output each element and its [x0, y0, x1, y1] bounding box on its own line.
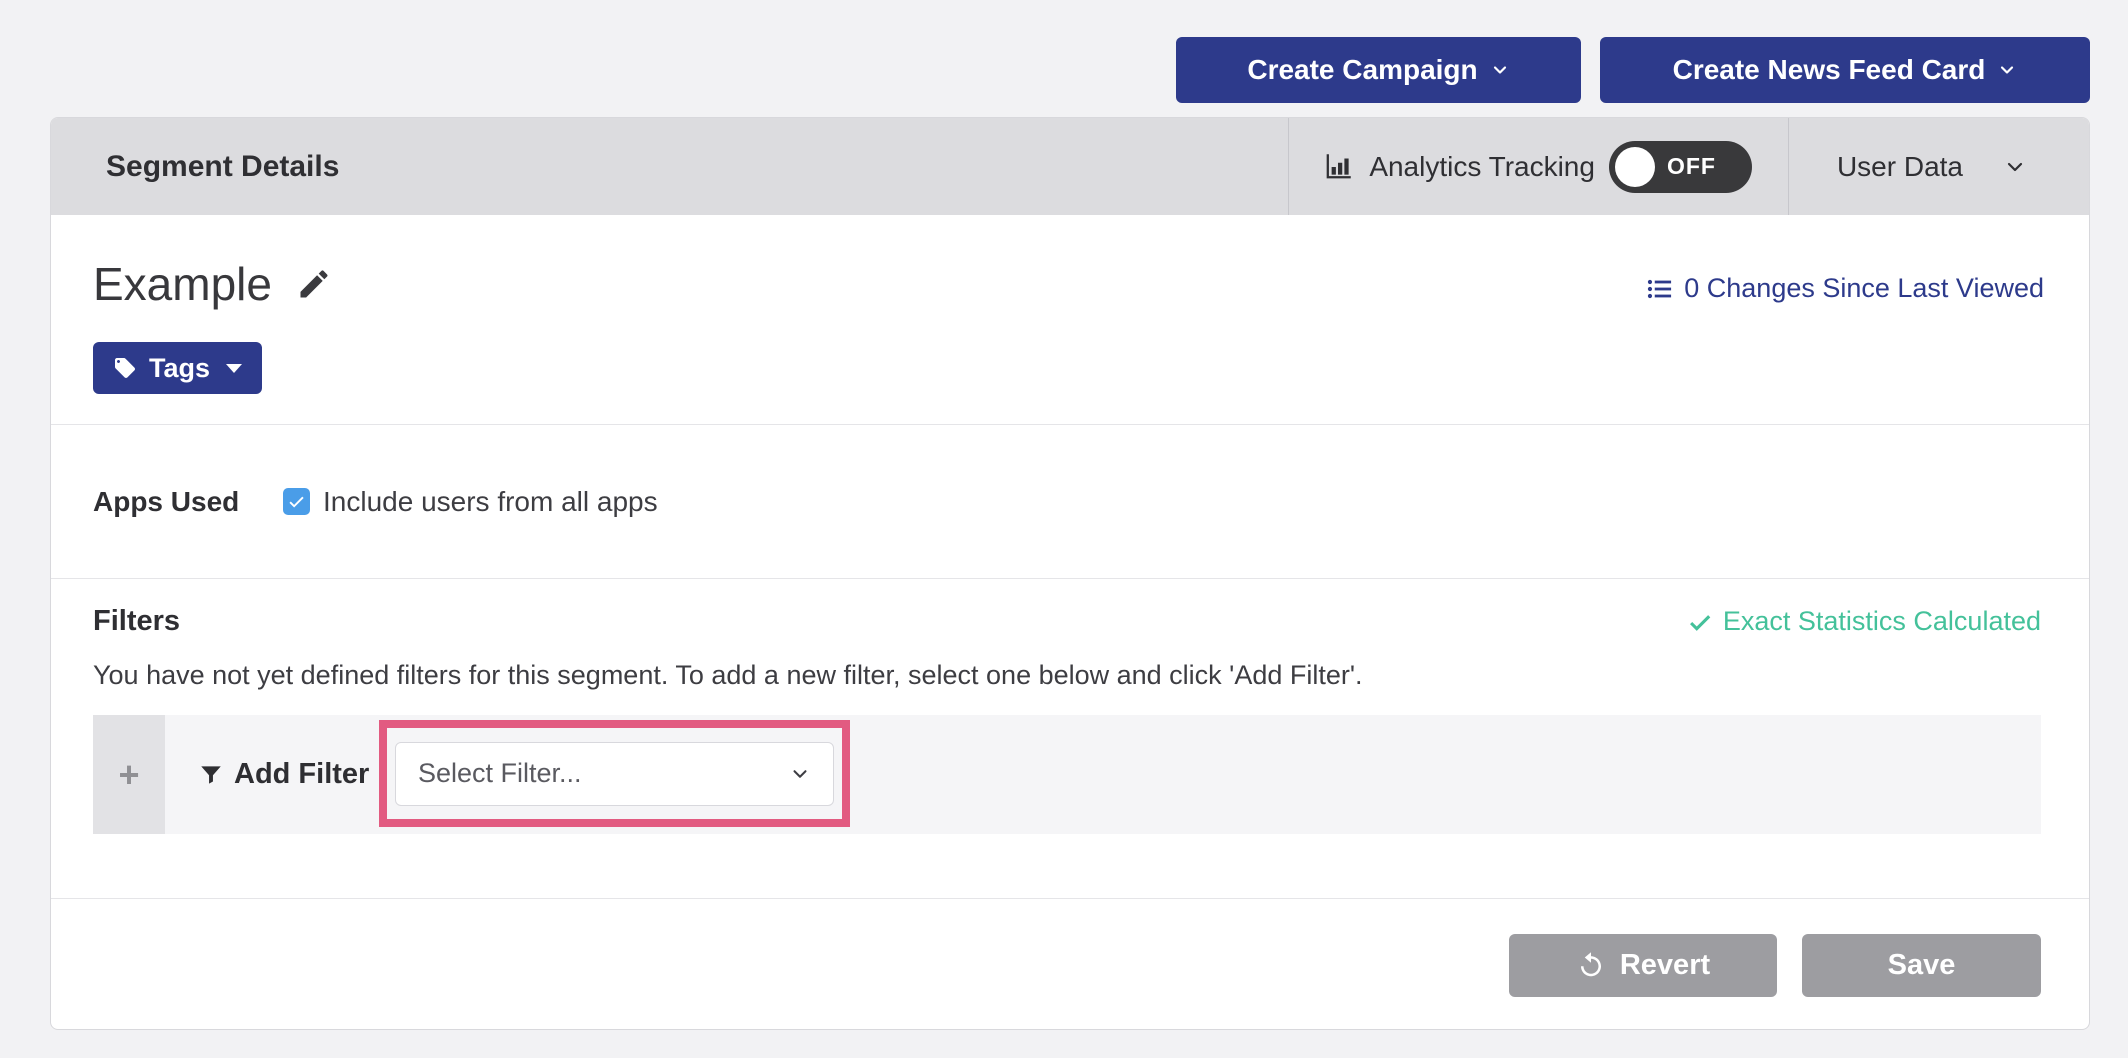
list-icon: [1646, 275, 1674, 303]
analytics-tracking-control: Analytics Tracking OFF: [1289, 118, 1788, 215]
exact-statistics-label: Exact Statistics Calculated: [1723, 606, 2041, 637]
chevron-down-icon: [1490, 60, 1510, 80]
filters-description: You have not yet defined filters for thi…: [93, 660, 2041, 691]
create-campaign-button[interactable]: Create Campaign: [1176, 37, 1581, 103]
edit-pencil-icon[interactable]: [296, 266, 332, 302]
page-title: Segment Details: [106, 150, 339, 184]
tag-icon: [113, 356, 137, 380]
toggle-state-label: OFF: [1667, 153, 1716, 180]
bar-chart-icon: [1321, 150, 1355, 184]
header-right-controls: Analytics Tracking OFF User Data: [1288, 118, 2089, 215]
annotation-highlight-box: Select Filter...: [379, 720, 850, 827]
apps-used-section: Apps Used Include users from all apps: [51, 424, 2089, 578]
plus-icon: +: [118, 754, 139, 796]
filters-title: Filters: [93, 605, 180, 638]
card-header: Segment Details Analytics Tracking: [51, 118, 2089, 215]
chevron-down-icon: [789, 763, 811, 785]
segment-details-card: Segment Details Analytics Tracking: [50, 117, 2090, 1030]
toggle-knob: [1615, 147, 1655, 187]
chevron-down-icon: [1997, 60, 2017, 80]
add-filter-label: Add Filter: [234, 758, 369, 791]
select-filter-dropdown[interactable]: Select Filter...: [395, 742, 834, 806]
apps-used-label: Apps Used: [93, 486, 283, 518]
analytics-tracking-label: Analytics Tracking: [1369, 151, 1595, 183]
add-row-button[interactable]: +: [93, 715, 165, 834]
include-all-apps-checkbox[interactable]: [283, 488, 310, 515]
create-campaign-label: Create Campaign: [1247, 54, 1477, 86]
save-button[interactable]: Save: [1802, 934, 2041, 997]
revert-button-label: Revert: [1620, 949, 1710, 982]
segment-title-section: Example 0 Changes Since Last Viewed: [51, 215, 2089, 424]
changes-link-label: 0 Changes Since Last Viewed: [1684, 273, 2044, 304]
undo-icon: [1576, 950, 1606, 980]
exact-statistics-status: Exact Statistics Calculated: [1687, 606, 2041, 637]
include-all-apps-option[interactable]: Include users from all apps: [283, 486, 658, 518]
checkmark-icon: [1687, 609, 1713, 635]
filter-funnel-icon: [198, 762, 224, 788]
include-all-apps-label: Include users from all apps: [323, 486, 658, 518]
revert-button[interactable]: Revert: [1509, 934, 1777, 997]
card-footer: Revert Save: [51, 898, 2089, 1030]
filters-section: Filters Exact Statistics Calculated You …: [51, 578, 2089, 898]
chevron-down-icon: [2003, 155, 2027, 179]
filters-header-row: Filters Exact Statistics Calculated: [93, 605, 2041, 638]
analytics-tracking-toggle[interactable]: OFF: [1609, 141, 1752, 193]
user-data-dropdown[interactable]: User Data: [1789, 118, 2089, 215]
create-news-feed-card-label: Create News Feed Card: [1673, 54, 1986, 86]
tags-button-label: Tags: [149, 353, 210, 384]
caret-down-icon: [226, 364, 242, 373]
tags-button[interactable]: Tags: [93, 342, 262, 394]
segment-name: Example: [93, 257, 272, 311]
add-filter-label-group: Add Filter: [198, 715, 369, 834]
user-data-label: User Data: [1837, 151, 1963, 183]
changes-since-last-viewed-link[interactable]: 0 Changes Since Last Viewed: [1646, 273, 2044, 304]
create-news-feed-card-button[interactable]: Create News Feed Card: [1600, 37, 2090, 103]
select-filter-placeholder: Select Filter...: [418, 758, 582, 789]
check-icon: [287, 492, 306, 511]
add-filter-row: + Add Filter Select Filter...: [93, 715, 2041, 834]
segment-details-page: Create Campaign Create News Feed Card Se…: [0, 0, 2128, 1058]
save-button-label: Save: [1888, 949, 1956, 982]
